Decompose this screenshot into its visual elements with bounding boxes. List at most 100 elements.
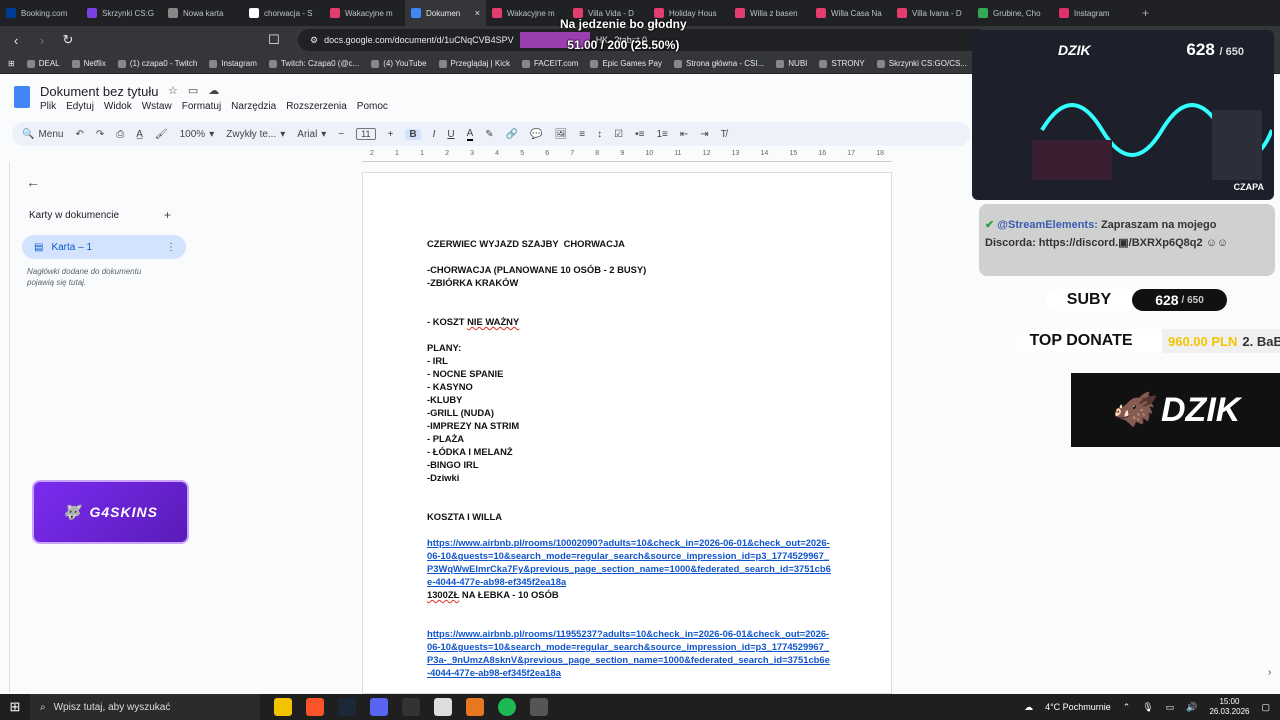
zoom-select[interactable]: 100% ▾ [180, 129, 215, 140]
redo-icon[interactable]: ↷ [96, 129, 104, 140]
calculator-icon[interactable] [530, 698, 548, 716]
menu-item[interactable]: Formatuj [182, 101, 221, 112]
text-color-button[interactable]: A [466, 128, 474, 141]
indent-decrease-icon[interactable]: ⇤ [680, 129, 688, 140]
document-title[interactable]: Dokument bez tytułu [40, 84, 159, 99]
network-icon[interactable]: ▭ [1166, 702, 1175, 713]
docs-logo-icon[interactable] [14, 86, 30, 108]
tab-close-icon[interactable]: × [475, 8, 480, 18]
epic-games-icon[interactable] [402, 698, 420, 716]
checklist-icon[interactable]: ☑ [614, 129, 623, 140]
paint-format-icon[interactable]: 🖌 [155, 129, 168, 140]
browser-tab[interactable]: Instagram [1053, 0, 1134, 26]
steam-icon[interactable] [338, 698, 356, 716]
star-icon[interactable]: ☆ [168, 84, 178, 97]
weather-text[interactable]: 4°C Pochmurnie [1045, 702, 1111, 712]
scroll-right-icon[interactable]: › [1268, 667, 1280, 681]
bold-button[interactable]: B [405, 128, 421, 140]
align-icon[interactable]: ≡ [579, 129, 585, 140]
bookmark-item[interactable]: Instagram [209, 59, 257, 68]
undo-icon[interactable]: ↶ [75, 129, 83, 140]
brave-icon[interactable] [306, 698, 324, 716]
menu-item[interactable]: Narzędzia [231, 101, 276, 112]
browser-tab[interactable]: Wakacyjne m [486, 0, 567, 26]
browser-tab[interactable]: Willa Casa Na [810, 0, 891, 26]
horizontal-ruler[interactable]: 2 1 1 2 3 4 5 6 7 8 9 10 11 12 13 14 15 16 17 18 [362, 150, 892, 162]
style-select[interactable]: Zwykły te... ▾ [226, 129, 285, 140]
weather-icon[interactable]: ☁ [1024, 702, 1033, 713]
move-folder-icon[interactable]: ▭ [188, 84, 198, 97]
vertical-ruler[interactable] [0, 162, 10, 692]
document-body[interactable]: CZERWIEC WYJAZD SZAJBY CHORWACJA -CHORWA… [427, 237, 831, 679]
more-vert-icon[interactable]: ⋮ [166, 242, 176, 253]
clear-format-icon[interactable]: T̸ [721, 129, 727, 140]
browser-tab[interactable]: Grubine, Cho [972, 0, 1053, 26]
bookmark-item[interactable]: (1) czapa0 - Twitch [117, 59, 197, 68]
browser-tab[interactable]: Willa z basen [729, 0, 810, 26]
mic-icon[interactable]: 🎙 [1142, 702, 1153, 713]
font-size-increase-icon[interactable]: + [388, 129, 394, 140]
back-icon[interactable]: ‹ [8, 33, 24, 48]
browser-tab[interactable]: Wakacyjne m [324, 0, 405, 26]
add-tab-icon[interactable]: + [164, 208, 171, 222]
bookmark-item[interactable]: Epic Games Pay [590, 59, 662, 68]
bookmark-item[interactable]: Skrzynki CS:GO/CS... [876, 59, 967, 68]
browser-tab[interactable]: Villa Ivana - D [891, 0, 972, 26]
menu-search[interactable]: 🔍 Menu [22, 129, 63, 140]
apps-grid-icon[interactable]: ⊞ [8, 59, 15, 68]
menu-item[interactable]: Widok [104, 101, 132, 112]
browser-tab[interactable]: Nowa karta [162, 0, 243, 26]
reload-icon[interactable]: ↻ [60, 32, 76, 48]
bookmark-item[interactable]: Przeglądaj | Kick [438, 59, 510, 68]
image-icon[interactable]: 🖼 [555, 129, 568, 140]
font-size-input[interactable]: 11 [356, 128, 376, 140]
taskbar-search[interactable]: ⌕ Wpisz tutaj, aby wyszukać [30, 694, 260, 720]
airbnb-link-1[interactable]: https://www.airbnb.pl/rooms/10002090?adu… [427, 536, 831, 588]
chrome-icon[interactable] [434, 698, 452, 716]
menu-item[interactable]: Edytuj [66, 101, 94, 112]
font-select[interactable]: Arial ▾ [297, 129, 326, 140]
spotify-icon[interactable] [498, 698, 516, 716]
bookmark-item[interactable]: Netflix [71, 59, 106, 68]
tray-chevron-icon[interactable]: ⌃ [1123, 702, 1131, 713]
bookmark-item[interactable]: NUBI [776, 59, 807, 68]
browser-tab[interactable]: Booking.com [0, 0, 81, 26]
numbered-list-icon[interactable]: 1≡ [656, 129, 667, 140]
new-tab-icon[interactable]: + [1142, 6, 1149, 20]
bookmark-item[interactable]: DEAL [26, 59, 60, 68]
notifications-icon[interactable]: ▢ [1261, 702, 1270, 713]
back-arrow-icon[interactable]: ← [26, 174, 40, 190]
spellcheck-icon[interactable]: A̲ [136, 129, 143, 140]
indent-increase-icon[interactable]: ⇥ [700, 129, 708, 140]
menu-item[interactable]: Rozszerzenia [286, 101, 347, 112]
site-info-icon[interactable]: ⚙ [310, 35, 318, 46]
line-spacing-icon[interactable]: ↕ [597, 129, 602, 140]
print-icon[interactable]: ⎙ [116, 129, 124, 140]
browser-tab[interactable]: chorwacja - S [243, 0, 324, 26]
bookmark-item[interactable]: (4) YouTube [371, 59, 427, 68]
menu-item[interactable]: Pomoc [357, 101, 388, 112]
browser-tab[interactable]: Dokumen × [405, 0, 486, 26]
bookmark-item[interactable]: Strona główna - CSI... [674, 59, 764, 68]
cloud-status-icon[interactable]: ☁ [208, 84, 219, 97]
airbnb-link-2[interactable]: https://www.airbnb.pl/rooms/11955237?adu… [427, 627, 831, 679]
clock[interactable]: 15:00 26.03.2026 [1209, 697, 1249, 717]
bookmark-item[interactable]: STRONY [819, 59, 865, 68]
comment-icon[interactable]: 💬 [530, 129, 542, 140]
volume-icon[interactable]: 🔊 [1186, 702, 1197, 713]
file-explorer-icon[interactable] [274, 698, 292, 716]
link-icon[interactable]: 🔗 [506, 129, 518, 140]
forward-icon[interactable]: › [34, 33, 50, 48]
underline-button[interactable]: U [447, 129, 454, 140]
highlight-icon[interactable]: ✎ [485, 129, 493, 140]
ableton-icon[interactable] [466, 698, 484, 716]
document-tab-item[interactable]: ▤ Karta – 1 ⋮ [22, 235, 186, 259]
font-size-decrease-icon[interactable]: − [338, 129, 344, 140]
bookmark-item[interactable]: FACEIT.com [521, 59, 578, 68]
menu-item[interactable]: Wstaw [142, 101, 172, 112]
discord-icon[interactable] [370, 698, 388, 716]
bookmark-item[interactable]: Twitch: Czapa0 (@c... [268, 59, 359, 68]
menu-item[interactable]: Plik [40, 101, 56, 112]
italic-button[interactable]: I [433, 129, 436, 140]
bookmark-icon[interactable]: ☐ [266, 32, 282, 48]
